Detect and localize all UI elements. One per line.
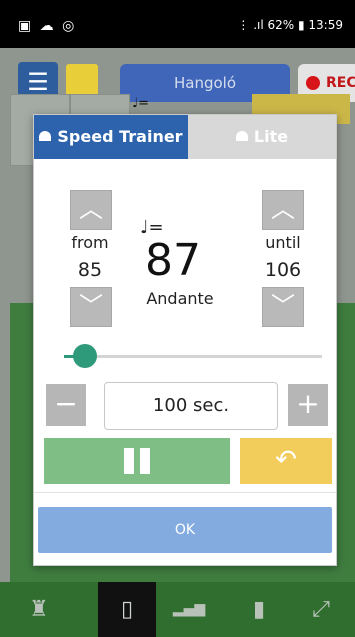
status-left-icons: ▣ ☁ ◎ — [18, 18, 77, 34]
chevron-down-icon: ﹀ — [79, 292, 103, 320]
tab-lite-label: Lite — [253, 127, 289, 146]
pause-icon-bar — [140, 448, 150, 474]
until-increase-button[interactable]: ︿ — [262, 190, 304, 230]
duration-increase-button[interactable]: + — [288, 384, 328, 426]
bars-chart-icon[interactable]: ▂▄▆ — [160, 582, 218, 637]
from-increase-button[interactable]: ︿ — [70, 190, 112, 230]
speed-trainer-dialog: Speed Trainer Lite ︿ from 85 ﹀ ♩= 87 And… — [33, 114, 337, 566]
bg-note-symbol: ♩= — [132, 96, 150, 111]
bottom-nav: ♜ ▯ ▂▄▆ ▮ ⤢ — [0, 582, 355, 637]
minus-icon: − — [54, 387, 78, 420]
chevron-down-icon: ﹀ — [271, 292, 295, 320]
record-dot-icon — [306, 76, 320, 90]
tempo-name: Andante — [146, 289, 214, 308]
undo-icon: ↶ — [275, 445, 297, 475]
status-bar: ▣ ☁ ◎ ⋮ .ıl 62% ▮ 13:59 — [0, 0, 355, 48]
tab-speed-trainer[interactable]: Speed Trainer — [34, 115, 188, 159]
tab-lite[interactable]: Lite — [188, 115, 336, 159]
phone-vibrate-icon[interactable]: ▯ — [98, 582, 156, 637]
torch-icon[interactable]: ♜ — [10, 582, 68, 637]
plus-icon: + — [296, 387, 320, 420]
speed-slider-knob[interactable] — [72, 344, 97, 368]
pause-icon — [124, 448, 134, 474]
pause-button[interactable] — [44, 438, 230, 484]
tab-speed-trainer-label: Speed Trainer — [57, 127, 183, 146]
duration-decrease-button[interactable]: − — [46, 384, 86, 426]
from-label: from — [71, 233, 109, 252]
battery-settings-icon[interactable]: ▮ — [230, 582, 288, 637]
fullscreen-icon[interactable]: ⤢ — [292, 582, 350, 637]
from-decrease-button[interactable]: ﹀ — [70, 287, 112, 327]
until-label: until — [265, 233, 301, 252]
reset-button[interactable]: ↶ — [240, 438, 332, 484]
until-value: 106 — [264, 259, 302, 281]
lamp-icon — [235, 130, 248, 141]
status-right-info: ⋮ .ıl 62% ▮ 13:59 — [237, 18, 343, 32]
duration-field[interactable]: 100 sec. — [104, 382, 278, 430]
speed-slider-track[interactable] — [64, 355, 322, 358]
bpm-value: 87 — [145, 235, 201, 286]
bg-green-panel-bottom — [10, 563, 355, 583]
menu-icon: ☰ — [27, 68, 49, 96]
ok-button[interactable]: OK — [38, 507, 332, 553]
lamp-icon — [39, 130, 52, 141]
chevron-up-icon: ︿ — [271, 195, 295, 223]
dialog-divider — [34, 492, 336, 493]
until-decrease-button[interactable]: ﹀ — [262, 287, 304, 327]
from-value: 85 — [77, 259, 103, 281]
chevron-up-icon: ︿ — [79, 195, 103, 223]
